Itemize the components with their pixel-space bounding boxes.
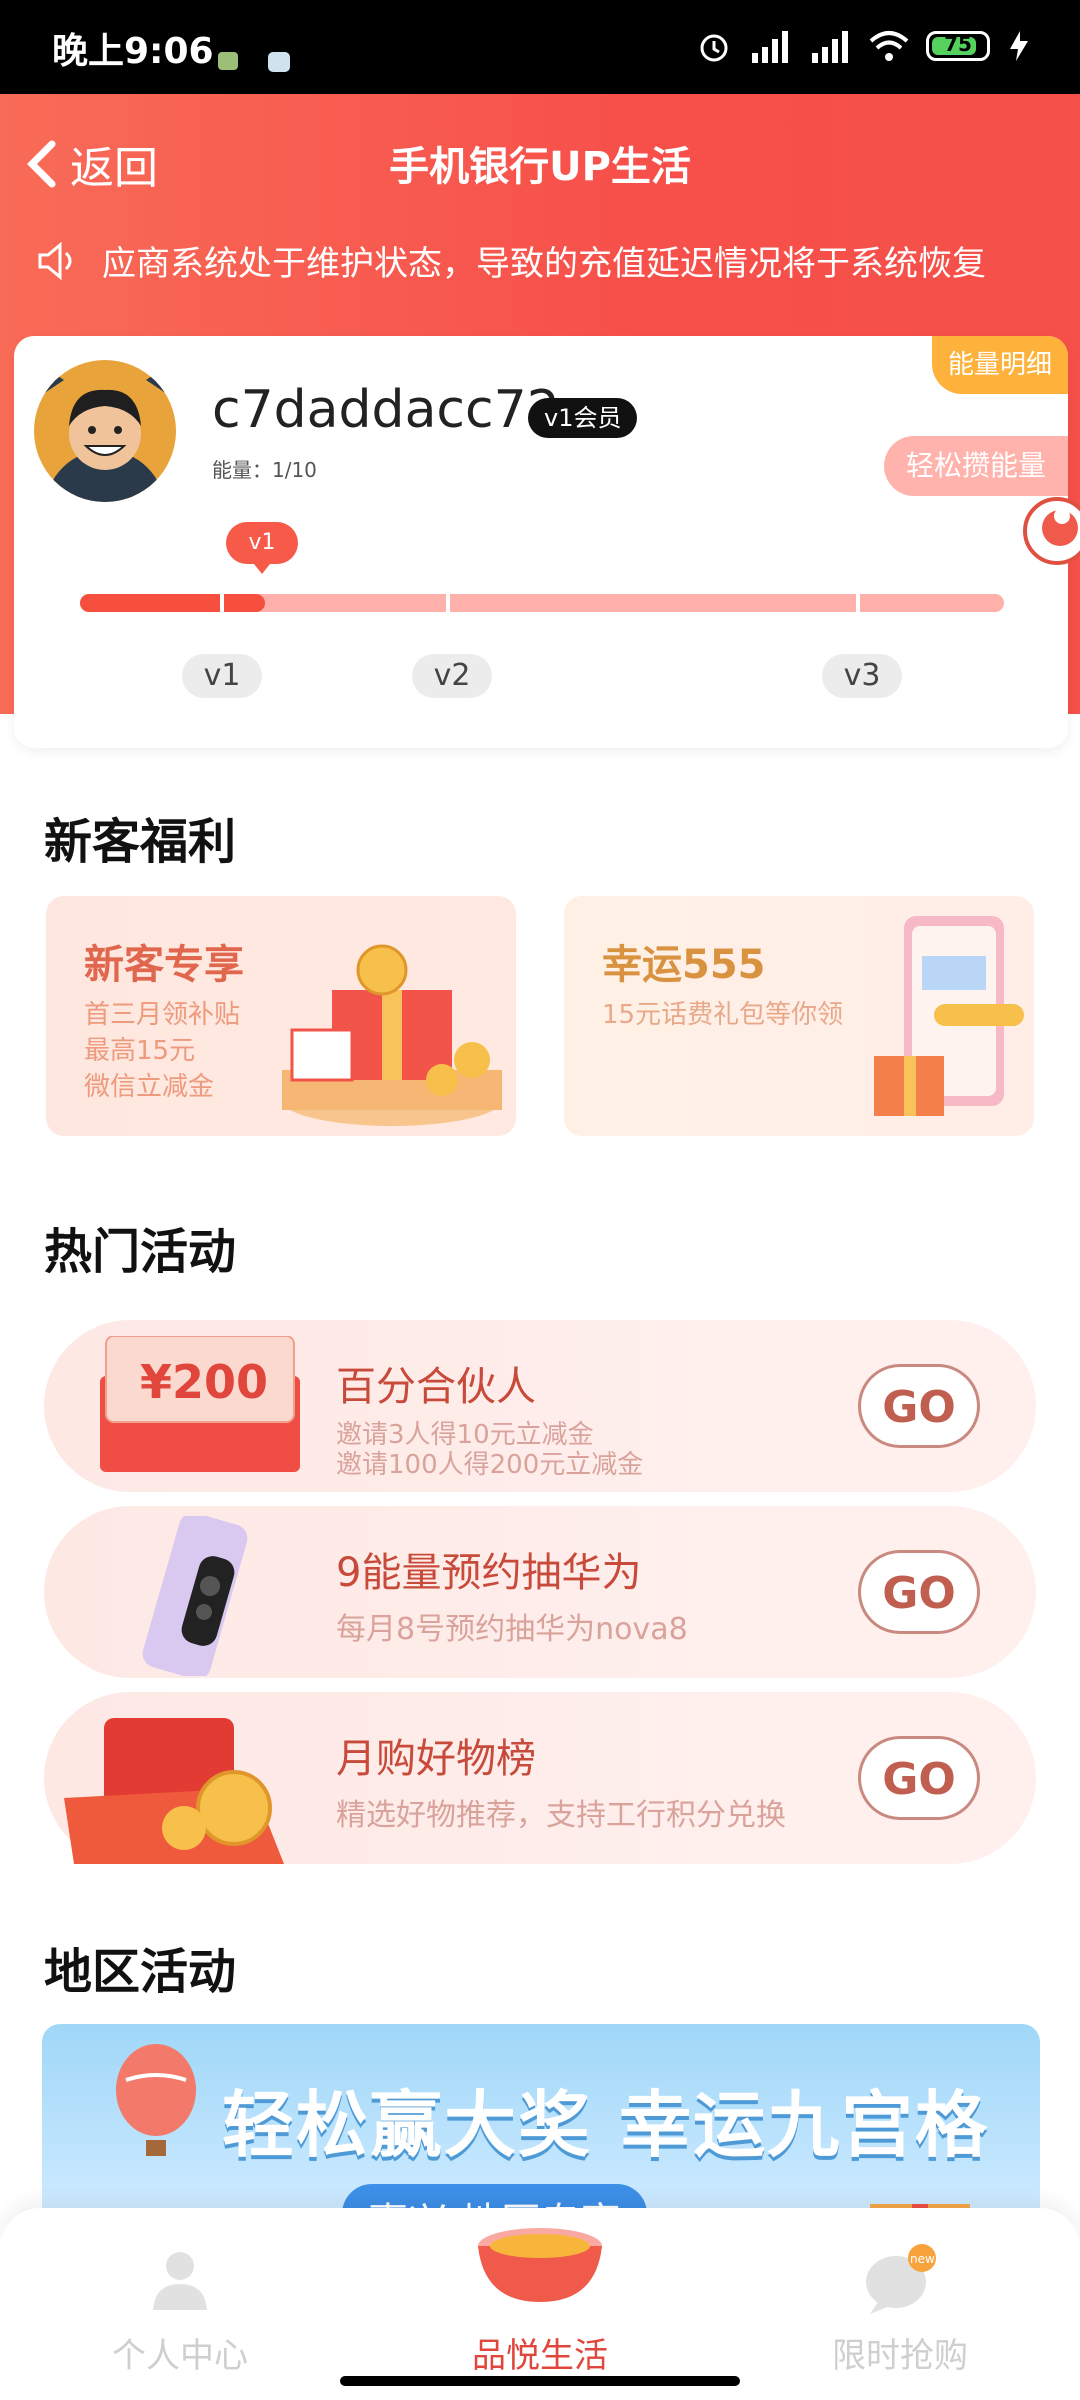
level-v2: v2 bbox=[412, 654, 492, 698]
section-title-regional: 地区活动 bbox=[44, 1944, 237, 2000]
status-bar: 晚上9:06 75 bbox=[0, 0, 1080, 94]
promo-title: 新客专享 bbox=[84, 942, 244, 988]
alarm-icon bbox=[700, 34, 728, 62]
red-envelope-illustration bbox=[64, 1718, 284, 1864]
activity-partner[interactable]: ¥200 百分合伙人 邀请3人得10元立减金 邀请100人得200元立减金 GO bbox=[44, 1320, 1036, 1492]
mascot-icon[interactable] bbox=[1012, 476, 1080, 586]
activity-line: 精选好物推荐，支持工行积分兑换 bbox=[336, 1798, 786, 1833]
promo-line: 15元话费礼包等你领 bbox=[602, 1000, 844, 1030]
level-v3: v3 bbox=[822, 654, 902, 698]
member-badge: v1会员 bbox=[528, 398, 638, 438]
go-button[interactable]: GO bbox=[858, 1736, 980, 1820]
promo-lucky-555[interactable]: 幸运555 15元话费礼包等你领 bbox=[564, 896, 1034, 1136]
wifi-icon bbox=[869, 31, 909, 61]
phone-huawei-illustration bbox=[142, 1516, 248, 1676]
current-level-tooltip: v1 bbox=[226, 522, 298, 574]
status-time: 晚上9:06 bbox=[52, 31, 214, 72]
home-indicator[interactable] bbox=[340, 2376, 740, 2386]
level-progress-fill bbox=[80, 594, 265, 612]
activity-line: 每月8号预约抽华为nova8 bbox=[336, 1612, 688, 1647]
activity-monthly-goods[interactable]: 月购好物榜 精选好物推荐，支持工行积分兑换 GO bbox=[44, 1692, 1036, 1864]
nav-flash-sale[interactable]: new 限时抢购 bbox=[800, 2244, 1000, 2376]
activity-line: 邀请100人得200元立减金 bbox=[336, 1450, 644, 1480]
energy-count: 能量：1/10 bbox=[212, 458, 317, 482]
notice-text: 应商系统处于维护状态，导致的充值延迟情况将于系统恢复 bbox=[102, 244, 986, 284]
signal-icon-2 bbox=[812, 31, 848, 63]
progress-tick bbox=[220, 592, 224, 614]
activity-huawei-draw[interactable]: 9能量预约抽华为 每月8号预约抽华为nova8 GO bbox=[44, 1506, 1036, 1678]
page-title: 手机银行UP生活 bbox=[389, 144, 691, 190]
activity-title: 9能量预约抽华为 bbox=[336, 1550, 642, 1596]
battery-icon: 75 bbox=[926, 31, 990, 61]
progress-tick bbox=[446, 592, 450, 614]
promo-line: 微信立减金 bbox=[84, 1072, 215, 1102]
app-notification-icon bbox=[268, 52, 290, 72]
gift-box-illustration bbox=[282, 944, 502, 1126]
speaker-icon bbox=[38, 241, 72, 280]
promo-line: 首三月领补贴 bbox=[84, 1000, 241, 1030]
bottom-navigation: 个人中心 品悦生活 new 限时抢购 bbox=[0, 2208, 1080, 2400]
nav-label: 个人中心 bbox=[112, 2336, 248, 2376]
promo-new-customer[interactable]: 新客专享 首三月领补贴 最高15元 微信立减金 bbox=[46, 896, 516, 1136]
coupon-illustration: ¥200 bbox=[100, 1336, 300, 1472]
notification-icon bbox=[218, 52, 238, 70]
profile-card: c7daddacc72 v1会员 能量：1/10 能量明细 轻松攒能量 v1 v… bbox=[14, 336, 1080, 748]
nav-label: 品悦生活 bbox=[472, 2336, 608, 2376]
progress-tick bbox=[856, 592, 860, 614]
promo-line: 最高15元 bbox=[84, 1036, 196, 1066]
banner-title: 轻松赢大奖 幸运九宫格 bbox=[222, 2083, 990, 2167]
teacup-icon bbox=[478, 2228, 602, 2302]
status-icons: 75 bbox=[696, 28, 1032, 64]
activity-title: 月购好物榜 bbox=[336, 1736, 536, 1782]
person-icon bbox=[153, 2252, 207, 2310]
energy-detail-button[interactable]: 能量明细 bbox=[932, 336, 1068, 394]
nav-label: 限时抢购 bbox=[832, 2336, 968, 2376]
nav-personal-center[interactable]: 个人中心 bbox=[80, 2244, 280, 2376]
battery-level: 75 bbox=[944, 32, 972, 56]
section-title-hot-activities: 热门活动 bbox=[44, 1224, 237, 1280]
chat-bubble-icon: new bbox=[866, 2244, 936, 2314]
level-v1: v1 bbox=[182, 654, 262, 698]
coupon-amount: ¥200 bbox=[140, 1355, 268, 1409]
avatar[interactable] bbox=[34, 360, 176, 502]
hot-air-balloon-icon bbox=[116, 2044, 196, 2156]
phone-illustration bbox=[874, 916, 1024, 1116]
activity-title: 百分合伙人 bbox=[336, 1364, 536, 1410]
signal-icon bbox=[752, 31, 788, 63]
username: c7daddacc72 bbox=[212, 380, 560, 440]
notice-bar[interactable]: 应商系统处于维护状态，导致的充值延迟情况将于系统恢复 bbox=[36, 236, 1080, 285]
promo-title: 幸运555 bbox=[602, 942, 766, 988]
nav-lifestyle[interactable]: 品悦生活 bbox=[440, 2228, 640, 2376]
charging-icon bbox=[1010, 31, 1028, 61]
go-button[interactable]: GO bbox=[858, 1550, 980, 1634]
section-title-new-customer: 新客福利 bbox=[44, 814, 237, 870]
go-button[interactable]: GO bbox=[858, 1364, 980, 1448]
svg-text:new: new bbox=[910, 2252, 935, 2266]
level-progress-bar bbox=[80, 592, 1004, 614]
